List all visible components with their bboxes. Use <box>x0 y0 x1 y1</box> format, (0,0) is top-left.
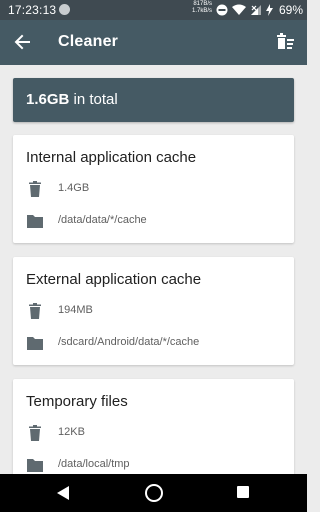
total-summary: 1.6GB in total <box>26 91 118 108</box>
navigation-bar <box>0 474 307 512</box>
cache-card-external[interactable]: External application cache 194MB /sdcard… <box>13 257 294 365</box>
battery-percent: 69% <box>278 3 303 17</box>
card-title: Temporary files <box>26 393 128 410</box>
nav-home-icon[interactable] <box>145 484 163 502</box>
do-not-disturb-icon <box>216 4 228 16</box>
folder-icon <box>27 215 43 228</box>
cache-size: 194MB <box>58 304 93 316</box>
cache-card-internal[interactable]: Internal application cache 1.4GB /data/d… <box>13 135 294 243</box>
notification-icon <box>59 4 70 15</box>
cache-card-temporary[interactable]: Temporary files 12KB /data/local/tmp <box>13 379 294 487</box>
arrow-back-icon[interactable] <box>12 32 32 52</box>
network-speed: 817B/s 1.7kB/s <box>186 1 212 15</box>
wifi-icon <box>232 4 246 15</box>
total-summary-card: 1.6GB in total <box>13 78 294 122</box>
trash-icon <box>29 425 41 441</box>
folder-icon <box>27 459 43 472</box>
folder-icon <box>27 337 43 350</box>
total-size: 1.6GB <box>26 91 70 108</box>
network-speed-down: 1.7kB/s <box>191 8 212 14</box>
clean-trash-icon[interactable] <box>276 32 296 52</box>
signal-icon <box>251 5 261 15</box>
status-bar: 17:23:13 817B/s 1.7kB/s 69% <box>0 0 307 20</box>
nav-back-icon[interactable] <box>57 486 70 500</box>
total-suffix: in total <box>69 91 118 108</box>
cache-path: /data/data/*/cache <box>58 214 147 226</box>
trash-icon <box>29 181 41 197</box>
cache-path: /data/local/tmp <box>58 458 130 470</box>
app-bar: Cleaner <box>0 20 307 65</box>
status-icons <box>216 3 273 17</box>
card-title: Internal application cache <box>26 149 197 166</box>
cache-path: /sdcard/Android/data/*/cache <box>58 336 200 348</box>
status-time: 17:23:13 <box>8 3 57 17</box>
cache-size: 12KB <box>58 426 85 438</box>
nav-recents-icon[interactable] <box>237 486 249 498</box>
page-title: Cleaner <box>58 33 119 50</box>
network-speed-up: 817B/s <box>193 1 212 7</box>
card-title: External application cache <box>26 271 202 288</box>
battery-charging-icon <box>266 4 273 16</box>
cache-size: 1.4GB <box>58 182 90 194</box>
trash-icon <box>29 303 41 319</box>
